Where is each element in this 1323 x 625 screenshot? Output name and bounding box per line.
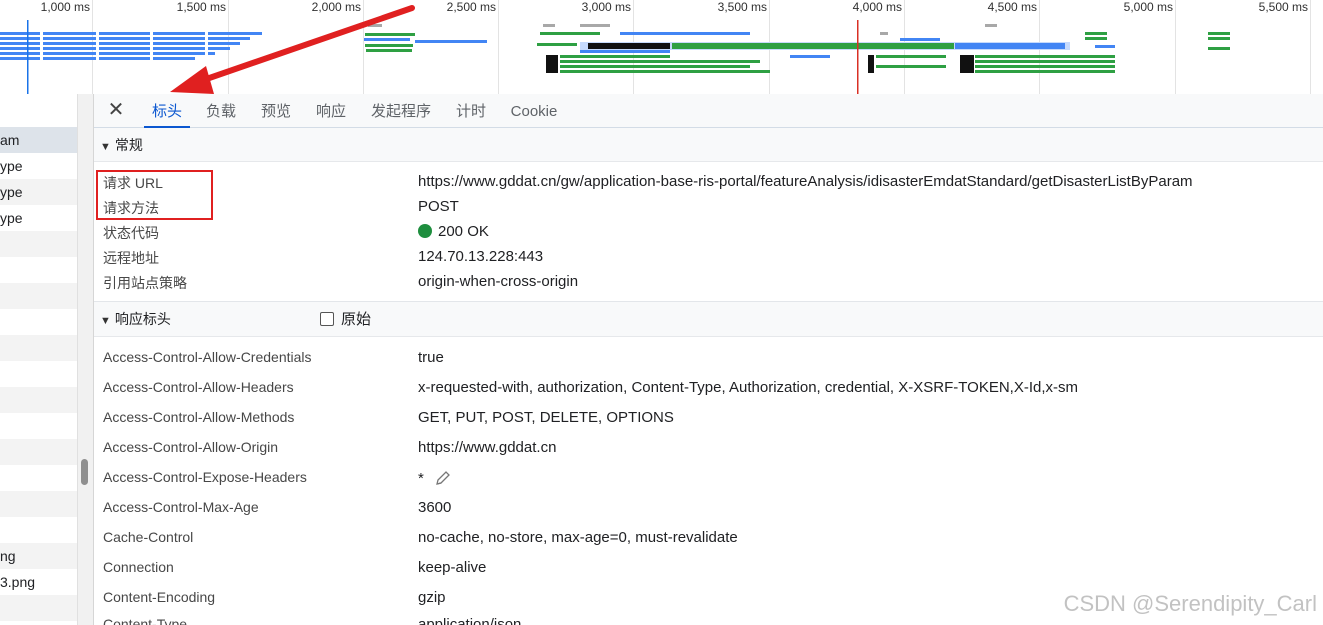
request-list[interactable]: am ype ype ype ng 3.png (0, 94, 77, 625)
details-panel: ✕ 标头 负载 预览 响应 发起程序 计时 Cookie ▼ 常规 请求 URL … (94, 94, 1323, 625)
request-row[interactable] (0, 439, 77, 465)
request-row[interactable] (0, 257, 77, 283)
raw-toggle[interactable]: 原始 (320, 311, 371, 329)
header-value: https://www.gddat.cn (418, 439, 557, 456)
request-row[interactable] (0, 465, 77, 491)
raw-checkbox[interactable] (320, 312, 334, 326)
header-key: Connection (103, 559, 174, 575)
header-value: x-requested-with, authorization, Content… (418, 379, 1078, 396)
header-value-with-edit: * (418, 469, 452, 487)
header-value: keep-alive (418, 559, 487, 576)
raw-label: 原始 (341, 311, 372, 328)
request-row[interactable]: am (0, 127, 77, 153)
watermark: CSDN @Serendipity_Carl (1063, 591, 1317, 616)
request-row[interactable]: ype (0, 179, 77, 205)
request-row[interactable]: ng (0, 543, 77, 569)
header-key: Access-Control-Allow-Origin (103, 439, 279, 455)
request-row[interactable] (0, 335, 77, 361)
header-key: Cache-Control (103, 529, 194, 545)
pencil-icon[interactable] (434, 469, 452, 487)
request-row[interactable] (0, 309, 77, 335)
header-key: Access-Control-Max-Age (103, 499, 259, 515)
tab-cookies[interactable]: Cookie (506, 94, 562, 128)
panel-divider[interactable] (77, 94, 94, 625)
request-row[interactable]: ype (0, 205, 77, 231)
general-section-header[interactable]: ▼ 常规 (94, 128, 1323, 162)
tab-timing[interactable]: 计时 (450, 94, 492, 128)
status-ok-icon (418, 224, 432, 238)
status-text: 200 OK (438, 223, 489, 240)
header-key: Content-Type (103, 616, 188, 625)
request-list-scrollbar[interactable] (81, 459, 88, 485)
request-row[interactable] (0, 283, 77, 309)
header-key: 远程地址 (103, 250, 159, 266)
header-value: no-cache, no-store, max-age=0, must-reva… (418, 529, 738, 546)
request-row[interactable] (0, 595, 77, 621)
expand-triangle-icon: ▼ (100, 315, 111, 327)
header-value: GET, PUT, POST, DELETE, OPTIONS (418, 409, 674, 426)
header-value: https://www.gddat.cn/gw/application-base… (418, 173, 1193, 190)
header-key: Access-Control-Allow-Methods (103, 409, 295, 425)
header-value: 124.70.13.228:443 (418, 248, 544, 265)
tab-headers[interactable]: 标头 (144, 94, 190, 128)
section-title: 响应标头 (114, 311, 171, 327)
timeline-overview[interactable]: 1,000 ms 1,500 ms 2,000 ms 2,500 ms 3,00… (0, 0, 1323, 94)
request-row[interactable] (0, 387, 77, 413)
header-value: origin-when-cross-origin (418, 273, 579, 290)
status-value: 200 OK (418, 223, 489, 240)
tab-preview[interactable]: 预览 (255, 94, 297, 128)
close-icon[interactable]: ✕ (106, 100, 126, 121)
header-value: gzip (418, 589, 446, 606)
waterfall-bars (0, 20, 1230, 94)
tab-initiator[interactable]: 发起程序 (365, 94, 437, 128)
header-key: 引用站点策略 (103, 275, 187, 291)
request-row[interactable] (0, 413, 77, 439)
response-headers-section-header[interactable]: ▼ 响应标头 原始 (94, 302, 1323, 337)
request-row[interactable] (0, 621, 77, 625)
request-row[interactable] (0, 231, 77, 257)
tab-payload[interactable]: 负载 (200, 94, 242, 128)
header-key: Access-Control-Allow-Headers (103, 379, 294, 395)
details-tabbar: ✕ 标头 负载 预览 响应 发起程序 计时 Cookie (94, 94, 1323, 128)
header-value: application/json (418, 616, 522, 625)
request-row[interactable] (0, 517, 77, 543)
section-title: 常规 (114, 137, 143, 153)
header-key: Access-Control-Expose-Headers (103, 469, 307, 485)
request-row[interactable]: 3.png (0, 569, 77, 595)
request-row[interactable]: ype (0, 153, 77, 179)
header-value: true (418, 349, 444, 366)
header-key: 状态代码 (103, 225, 159, 241)
request-row[interactable] (0, 491, 77, 517)
header-value: 3600 (418, 499, 452, 516)
tab-response[interactable]: 响应 (310, 94, 352, 128)
header-key: Access-Control-Allow-Credentials (103, 349, 312, 365)
header-key: Content-Encoding (103, 589, 216, 605)
header-key: 请求 URL (103, 175, 163, 191)
expand-triangle-icon: ▼ (100, 141, 111, 153)
request-row[interactable] (0, 361, 77, 387)
header-value: POST (418, 198, 459, 215)
header-key: 请求方法 (103, 200, 159, 216)
header-value: * (418, 470, 424, 487)
